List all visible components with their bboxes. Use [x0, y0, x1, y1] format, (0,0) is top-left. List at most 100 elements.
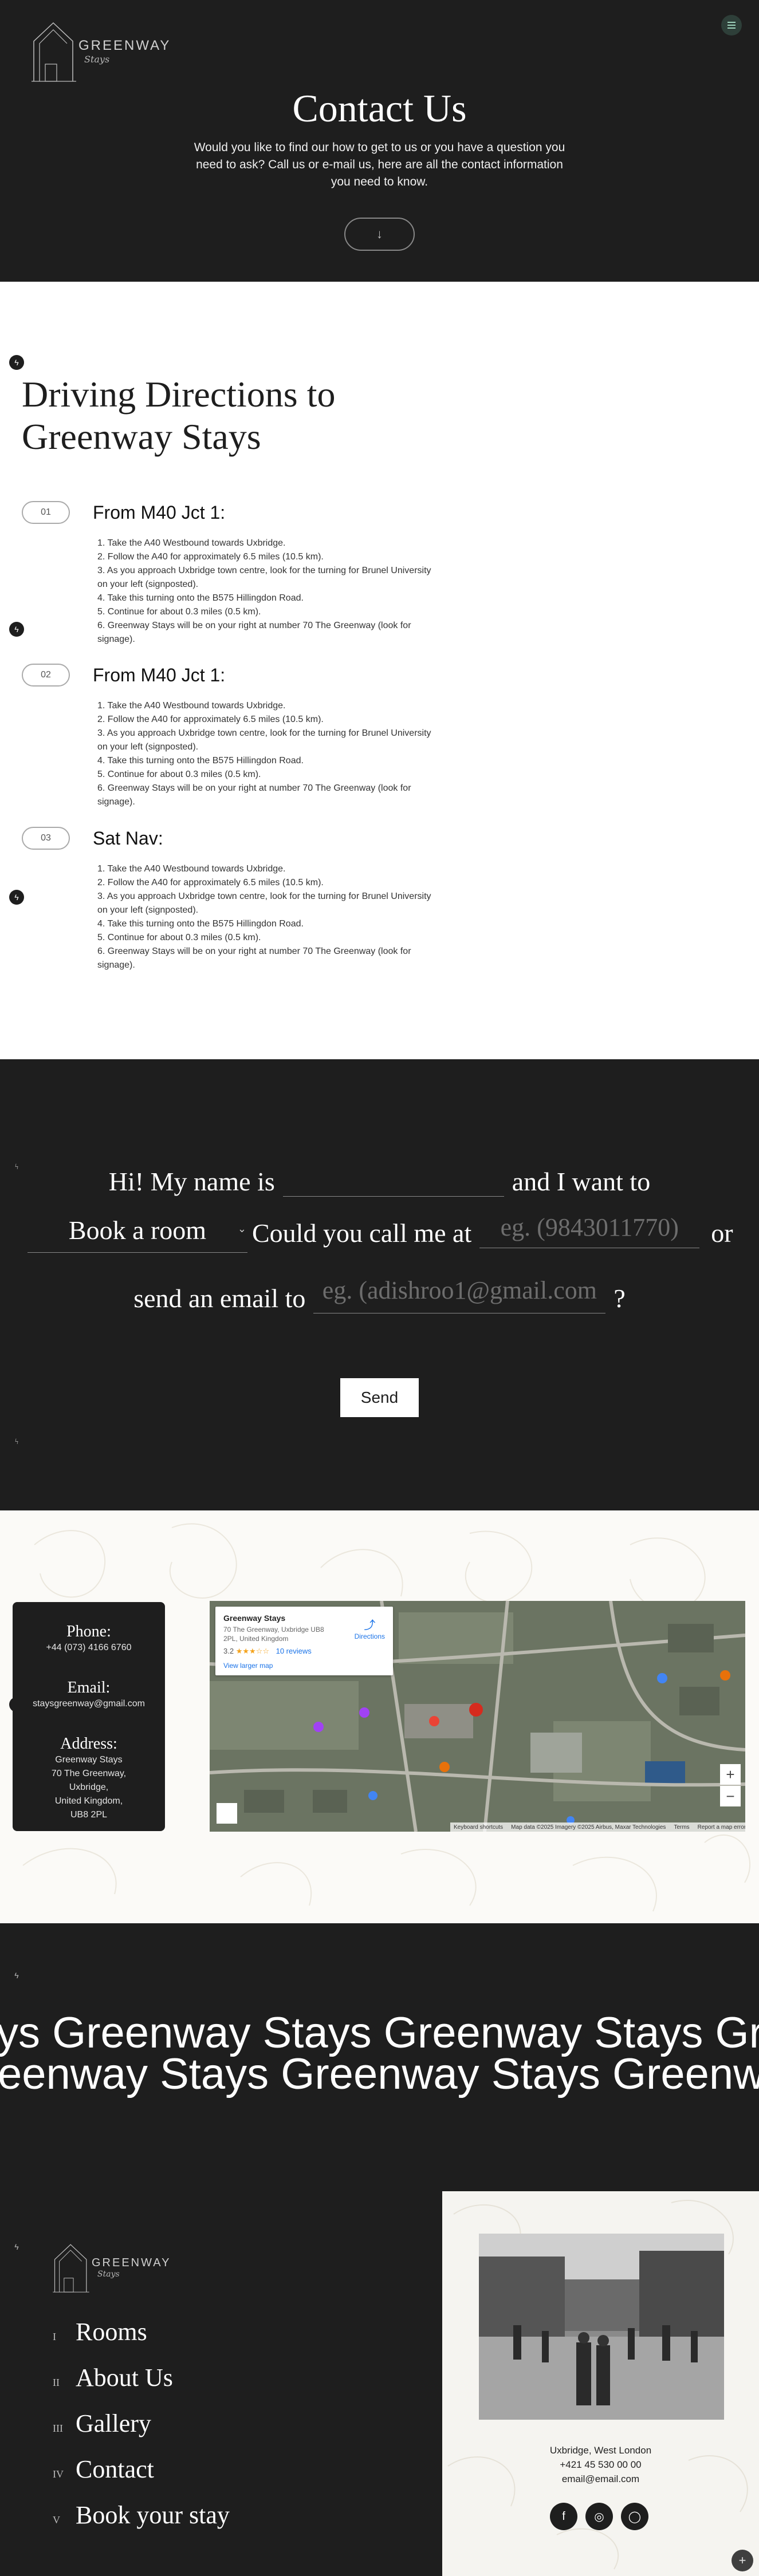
chevron-down-icon: ⌄ [237, 1223, 246, 1234]
route-steps: 1. Take the A40 Westbound towards Uxbrid… [97, 862, 441, 972]
route-steps: 1. Take the A40 Westbound towards Uxbrid… [97, 699, 441, 809]
route-step: 4. Take this turning onto the B575 Hilli… [97, 919, 304, 929]
nav-number: II [53, 2377, 60, 2388]
facebook-icon[interactable]: f [550, 2503, 577, 2530]
bolt-icon[interactable]: ϟ [9, 1968, 24, 1983]
email-input[interactable]: eg. (adishroo1@gmail.com [313, 1276, 606, 1313]
route-step: 5. Continue for about 0.3 miles (0.5 km)… [97, 607, 261, 617]
map-place-card: Greenway Stays 70 The Greenway, Uxbridge… [215, 1607, 393, 1675]
intent-select[interactable]: Book a room ⌄ [27, 1208, 247, 1253]
marquee-section: ϟ ys Greenway Stays Greenway Stays Gre e… [0, 1923, 759, 2191]
footer-email[interactable]: email@email.com [442, 2472, 759, 2486]
embedded-map[interactable]: Greenway Stays 70 The Greenway, Uxbridge… [210, 1601, 745, 1832]
directions-icon: ⤴ [364, 1619, 376, 1632]
house-logo-icon [32, 22, 76, 82]
address-line: Greenway Stays [55, 1755, 123, 1765]
address-label: Address: [60, 1735, 117, 1753]
logo-script: Stays [97, 2269, 120, 2279]
contact-form-section: ϟ ϟ Hi! My name is and I want to Book a … [0, 1059, 759, 1510]
form-text: Could you call me at [252, 1218, 472, 1248]
bolt-icon[interactable]: ϟ [9, 2239, 24, 2254]
form-line-phone: Could you call me at eg. (9843011770) or [252, 1213, 759, 1248]
nav-number: V [53, 2514, 60, 2526]
phone-label: Phone: [66, 1623, 111, 1640]
bolt-icon[interactable]: ϟ [9, 355, 24, 370]
report-error-link[interactable]: Report a map error [698, 1824, 745, 1831]
reviews-link[interactable]: 10 reviews [276, 1647, 312, 1655]
route-title: From M40 Jct 1: [93, 664, 226, 685]
route-number: 01 [22, 501, 70, 524]
map-type-toggle[interactable] [217, 1803, 237, 1824]
marquee-line: eenway Stays Greenway Stays Greenw [0, 2050, 759, 2098]
send-button[interactable]: Send [340, 1378, 419, 1417]
form-text: send an email to [133, 1284, 306, 1313]
terms-link[interactable]: Terms [674, 1824, 689, 1831]
phone-input[interactable]: eg. (9843011770) [479, 1213, 700, 1248]
footer-phone[interactable]: +421 45 530 00 00 [442, 2457, 759, 2472]
footer-nav-gallery[interactable]: III Gallery [53, 2409, 230, 2455]
route-step: 6. Greenway Stays will be on your right … [97, 783, 411, 807]
footer-nav-rooms[interactable]: I Rooms [53, 2317, 230, 2363]
address-line: UB8 2PL [70, 1810, 108, 1820]
directions-section: ϟ ϟ ϟ Driving Directions to Greenway Sta… [0, 282, 759, 1059]
logo-wordmark: GREENWAY [92, 2256, 171, 2269]
form-text: or [711, 1218, 733, 1248]
name-input[interactable] [282, 1167, 504, 1197]
footer: ϟ GREENWAY Stays I Rooms II About Us III… [0, 2191, 759, 2576]
form-text: Hi! My name is [108, 1167, 275, 1196]
nav-label: About Us [76, 2364, 173, 2392]
zoom-out-button[interactable]: − [720, 1786, 741, 1806]
place-rating: 3.2 ★★★☆☆ 10 reviews [223, 1647, 385, 1656]
route-step: 6. Greenway Stays will be on your right … [97, 621, 411, 644]
footer-nav-about[interactable]: II About Us [53, 2363, 230, 2409]
nav-label: Gallery [76, 2409, 151, 2437]
route-number: 03 [22, 827, 70, 850]
footer-nav-book[interactable]: V Book your stay [53, 2500, 230, 2546]
hero-subtitle: Would you like to find our how to get to… [194, 141, 565, 188]
plus-icon[interactable]: + [732, 2550, 753, 2571]
instagram-icon[interactable]: ◎ [585, 2503, 613, 2530]
address-line: Uxbridge, [69, 1782, 109, 1792]
email-label: Email: [67, 1679, 111, 1697]
footer-nav-contact[interactable]: IV Contact [53, 2455, 230, 2500]
route-step: 2. Follow the A40 for approximately 6.5 … [97, 552, 324, 562]
map-data-text: Map data ©2025 Imagery ©2025 Airbus, Max… [511, 1824, 666, 1831]
scroll-down-button[interactable]: ↓ [344, 218, 415, 251]
email-value[interactable]: staysgreenway@gmail.com [13, 1697, 165, 1711]
form-text: ? [614, 1284, 626, 1313]
keyboard-shortcuts-link[interactable]: Keyboard shortcuts [454, 1824, 503, 1831]
route-steps: 1. Take the A40 Westbound towards Uxbrid… [97, 536, 441, 646]
map-attribution: Keyboard shortcuts Map data ©2025 Imager… [450, 1822, 745, 1832]
chat-icon[interactable]: ◯ [621, 2503, 648, 2530]
directions-link[interactable]: ⤴ Directions [355, 1616, 385, 1640]
logo-script: Stays [84, 53, 110, 65]
route-block: 02 From M40 Jct 1: 1. Take the A40 Westb… [22, 664, 434, 809]
zoom-in-button[interactable]: + [720, 1764, 741, 1785]
hamburger-icon [727, 25, 736, 26]
form-text: and I want to [512, 1167, 651, 1196]
route-step: 5. Continue for about 0.3 miles (0.5 km)… [97, 933, 261, 942]
nav-label: Book your stay [76, 2501, 230, 2529]
route-step: 2. Follow the A40 for approximately 6.5 … [97, 878, 324, 887]
nav-number: IV [53, 2468, 64, 2480]
route-step: 4. Take this turning onto the B575 Hilli… [97, 593, 304, 603]
route-step: 1. Take the A40 Westbound towards Uxbrid… [97, 701, 286, 711]
route-step: 3. As you approach Uxbridge town centre,… [97, 891, 431, 915]
footer-logo[interactable]: GREENWAY Stays [53, 2240, 171, 2295]
bolt-icon[interactable]: ϟ [9, 1435, 24, 1450]
house-logo-icon [53, 2244, 89, 2293]
nav-label: Contact [76, 2455, 154, 2483]
view-larger-map-link[interactable]: View larger map [223, 1662, 385, 1670]
phone-value[interactable]: +44 (073) 4166 6760 [13, 1641, 165, 1655]
menu-button[interactable] [721, 15, 742, 35]
logo[interactable]: GREENWAY Stays [32, 17, 171, 85]
form-line-email: send an email to eg. (adishroo1@gmail.co… [0, 1276, 759, 1313]
route-step: 5. Continue for about 0.3 miles (0.5 km)… [97, 770, 261, 779]
address-line: United Kingdom, [54, 1796, 123, 1806]
select-value: Book a room [68, 1216, 207, 1245]
route-step: 2. Follow the A40 for approximately 6.5 … [97, 715, 324, 724]
route-number: 02 [22, 664, 70, 687]
contact-info-card: Phone: +44 (073) 4166 6760 Email: staysg… [13, 1602, 165, 1831]
footer-contact: Uxbridge, West London +421 45 530 00 00 … [442, 2443, 759, 2486]
social-links: f ◎ ◯ [550, 2503, 648, 2530]
